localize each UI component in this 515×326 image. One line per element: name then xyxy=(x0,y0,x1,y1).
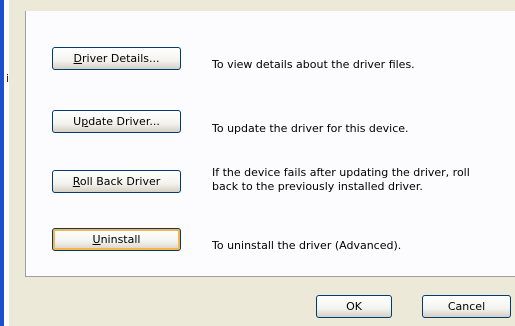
driver-properties-window: i Driver Details... To view details abou… xyxy=(0,0,515,326)
roll-back-mnemonic: R xyxy=(72,175,80,188)
uninstall-button[interactable]: Uninstall xyxy=(52,228,181,251)
roll-back-label: oll Back Driver xyxy=(79,175,161,188)
update-driver-label-prefix: U xyxy=(73,115,82,128)
driver-dialog: Driver Details... To view details about … xyxy=(9,0,515,326)
roll-back-description-line1: If the device fails after updating the d… xyxy=(212,166,470,179)
uninstall-label: ninstall xyxy=(100,233,141,246)
driver-details-description: To view details about the driver files. xyxy=(212,58,415,71)
update-driver-button[interactable]: Update Driver... xyxy=(52,110,181,133)
update-driver-label-suffix: date Driver... xyxy=(88,115,160,128)
driver-details-mnemonic: D xyxy=(73,52,82,65)
ok-button[interactable]: OK xyxy=(316,295,392,318)
update-driver-description: To update the driver for this device. xyxy=(212,122,409,135)
driver-details-label: river Details... xyxy=(81,52,160,65)
uninstall-mnemonic: U xyxy=(92,233,101,246)
roll-back-description-line2: back to the previously installed driver. xyxy=(212,180,423,193)
uninstall-description: To uninstall the driver (Advanced). xyxy=(212,239,402,252)
driver-details-button[interactable]: Driver Details... xyxy=(52,47,181,70)
cancel-button[interactable]: Cancel xyxy=(422,295,511,318)
driver-tab-panel: Driver Details... To view details about … xyxy=(25,11,515,277)
roll-back-driver-button[interactable]: Roll Back Driver xyxy=(52,170,181,193)
